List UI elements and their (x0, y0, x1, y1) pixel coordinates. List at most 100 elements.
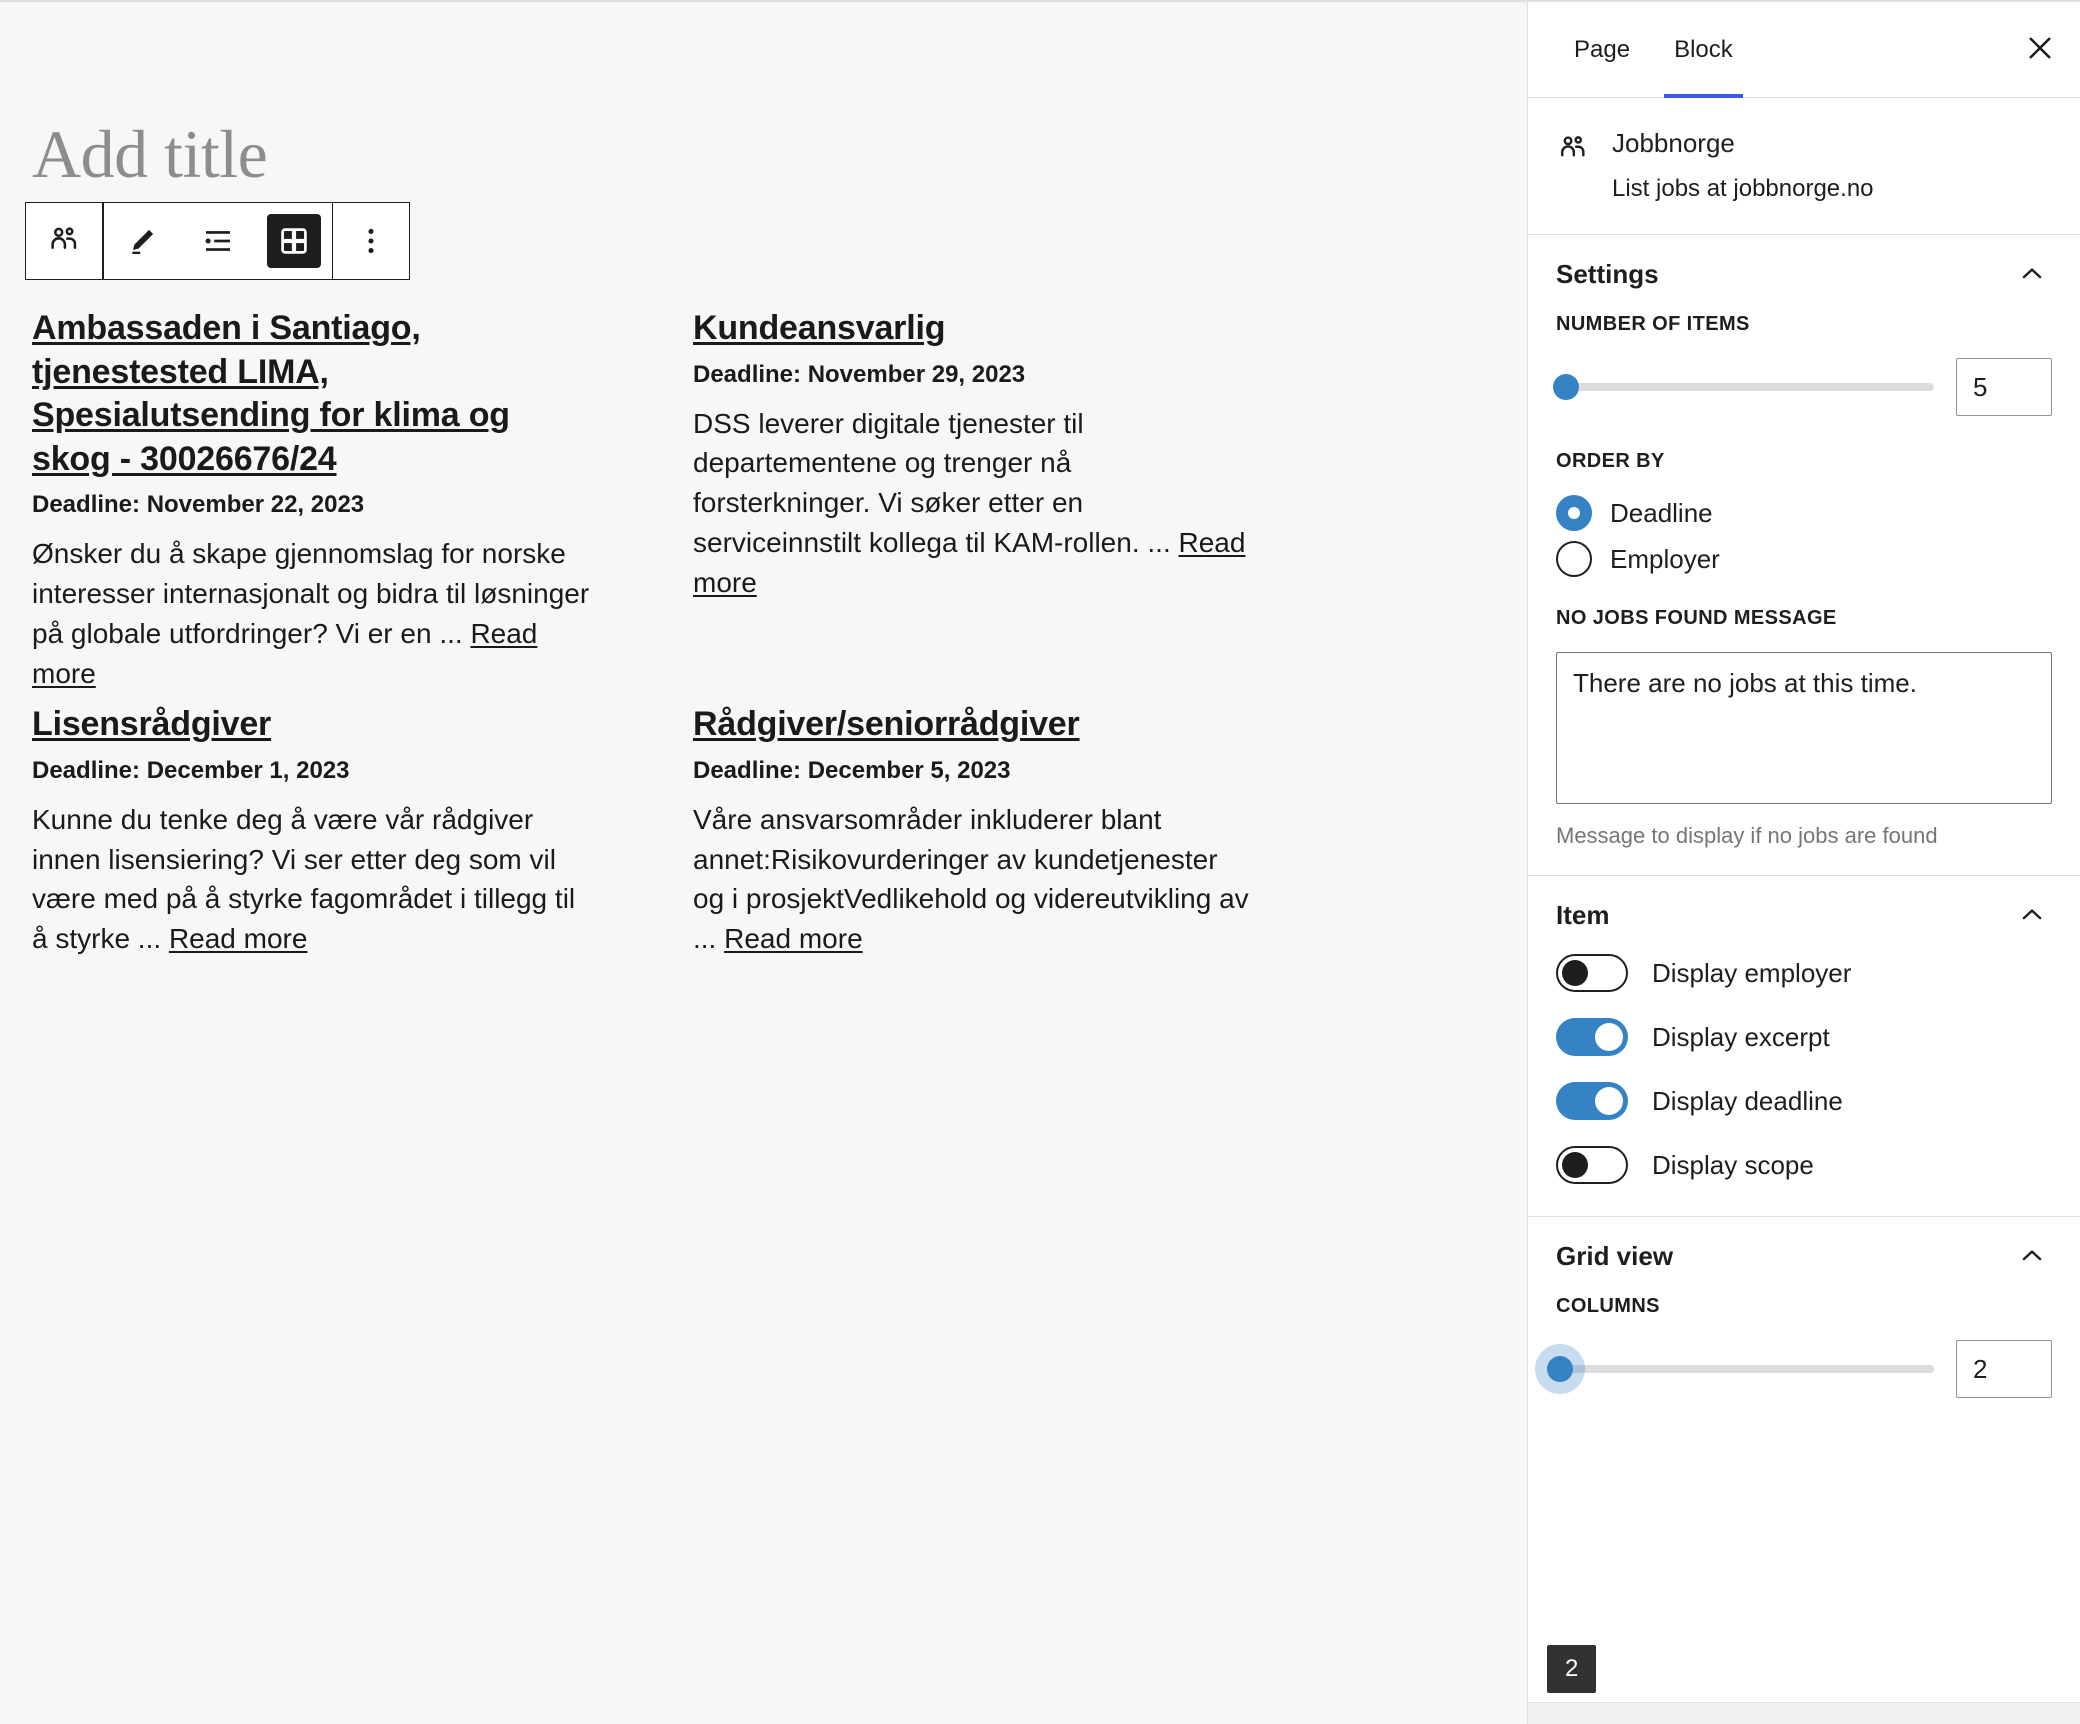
jobs-grid: Ambassaden i Santiago, tjenestested LIMA… (32, 307, 1262, 969)
toggle-knob (1595, 1087, 1623, 1116)
block-name: Jobbnorge (1612, 128, 1735, 158)
job-title-link[interactable]: Kundeansvarlig (693, 309, 945, 347)
job-title[interactable]: Rådgiver/seniorrådgiver (693, 703, 1253, 747)
toggle-display-scope[interactable] (1556, 1146, 1628, 1185)
block-info-text: Jobbnorge List jobs at jobbnorge.no (1612, 128, 1874, 204)
columns-input[interactable]: 2 (1956, 1340, 2052, 1399)
job-deadline: Deadline: November 29, 2023 (693, 360, 1026, 388)
toggle-row-display-scope[interactable]: Display scope (1556, 1146, 2052, 1185)
toggle-display-excerpt-label: Display excerpt (1652, 1021, 1830, 1052)
block-type-jobbnorge-button[interactable] (26, 203, 102, 279)
job-list-item: Lisensrådgiver Deadline: December 1, 202… (32, 703, 592, 969)
toggle-display-scope-label: Display scope (1652, 1149, 1814, 1180)
more-options-button[interactable] (333, 203, 409, 279)
number-of-items-label: NUMBER OF ITEMS (1556, 313, 1750, 336)
block-toolbar (25, 202, 410, 280)
block-settings-sidebar: Page Block Jobbnorge List jobs at jobbno… (1527, 0, 2080, 1724)
job-excerpt: DSS leverer digitale tjenester til depar… (693, 404, 1253, 603)
toggle-display-excerpt[interactable] (1556, 1018, 1628, 1057)
list-view-button[interactable] (180, 203, 256, 279)
block-description: List jobs at jobbnorge.no (1612, 175, 1874, 202)
item-panel: Item Display employer Display excerpt Di… (1528, 876, 2080, 1218)
tab-page[interactable]: Page (1552, 2, 1652, 97)
toolbar-group-tools (104, 203, 332, 279)
toggle-row-display-employer[interactable]: Display employer (1556, 954, 2052, 993)
toggle-knob (1562, 1152, 1588, 1179)
toggle-knob (1595, 1023, 1623, 1052)
settings-panel: Settings NUMBER OF ITEMS 5 ORDER BY Dead (1528, 235, 2080, 877)
toolbar-group-more (333, 203, 409, 279)
job-list-item: Rådgiver/seniorrådgiver Deadline: Decemb… (693, 703, 1253, 969)
slider-thumb[interactable] (1547, 1356, 1573, 1383)
job-title[interactable]: Ambassaden i Santiago, tjenestested LIMA… (32, 307, 592, 481)
no-jobs-found-message-input[interactable] (1556, 652, 2052, 805)
number-of-items-input[interactable]: 5 (1956, 358, 2052, 417)
settings-panel-header[interactable]: Settings (1556, 235, 2052, 313)
toggle-display-deadline-label: Display deadline (1652, 1085, 1843, 1116)
editor-root: Add title Ambassaden i Santiago, tjenest… (0, 0, 2080, 1724)
job-title-link[interactable]: Lisensrådgiver (32, 705, 271, 743)
item-panel-title: Item (1556, 899, 1610, 930)
edit-pencil-button[interactable] (104, 203, 180, 279)
sidebar-tabs: Page Block (1528, 2, 2080, 98)
slider-thumb[interactable] (1553, 374, 1579, 401)
order-by-employer-label: Employer (1610, 543, 1720, 574)
columns-label: COLUMNS (1556, 1295, 1660, 1318)
columns-control: 2 (1535, 1340, 2052, 1399)
no-jobs-found-help-text: Message to display if no jobs are found (1556, 823, 1938, 849)
post-title-placeholder[interactable]: Add title (32, 120, 268, 188)
columns-slider[interactable] (1535, 1344, 1934, 1395)
sidebar-bottom-strip (1528, 1702, 2080, 1724)
toolbar-group-block-type (26, 203, 102, 279)
editor-canvas: Add title Ambassaden i Santiago, tjenest… (0, 0, 1527, 1724)
chevron-up-icon (2012, 1236, 2052, 1276)
order-by-option-deadline[interactable]: Deadline (1556, 495, 2052, 532)
settings-panel-title: Settings (1556, 258, 1659, 289)
item-panel-header[interactable]: Item (1556, 876, 2052, 954)
chevron-up-icon (2012, 254, 2052, 294)
order-by-label: ORDER BY (1556, 450, 1665, 473)
grid-view-panel-title: Grid view (1556, 1240, 1674, 1271)
list-view-icon (191, 214, 245, 268)
toggle-display-employer[interactable] (1556, 954, 1628, 993)
grid-view-button[interactable] (256, 203, 332, 279)
grid-view-panel: Grid view COLUMNS 2 (1528, 1217, 2080, 1458)
job-title[interactable]: Kundeansvarlig (693, 307, 1253, 351)
chevron-up-icon (2012, 895, 2052, 935)
grid-view-icon (266, 214, 321, 268)
order-by-deadline-label: Deadline (1610, 497, 1713, 528)
toggle-display-employer-label: Display employer (1652, 957, 1852, 988)
close-icon (2023, 31, 2057, 68)
columns-slider-tooltip: 2 (1547, 1645, 1597, 1693)
number-of-items-slider[interactable] (1553, 374, 1934, 401)
slider-track (1556, 383, 1934, 392)
job-deadline: Deadline: December 5, 2023 (693, 756, 1011, 784)
job-title-link[interactable]: Rådgiver/seniorrådgiver (693, 705, 1080, 743)
read-more-link[interactable]: Read more (169, 923, 308, 954)
grid-view-panel-header[interactable]: Grid view (1556, 1217, 2052, 1295)
toggle-row-display-deadline[interactable]: Display deadline (1556, 1082, 2052, 1121)
read-more-link[interactable]: Read more (724, 923, 863, 954)
radio-deadline-icon[interactable] (1556, 495, 1592, 532)
block-info-card: Jobbnorge List jobs at jobbnorge.no (1528, 98, 2080, 236)
radio-employer-icon[interactable] (1556, 541, 1592, 578)
tab-block[interactable]: Block (1652, 2, 1755, 98)
job-excerpt: Våre ansvarsområder inkluderer blant ann… (693, 800, 1253, 959)
toggle-display-deadline[interactable] (1556, 1082, 1628, 1121)
job-title[interactable]: Lisensrådgiver (32, 703, 592, 747)
people-icon (37, 214, 91, 268)
no-jobs-found-message-label: NO JOBS FOUND MESSAGE (1556, 607, 1837, 630)
job-deadline: Deadline: December 1, 2023 (32, 756, 350, 784)
job-excerpt: Ønsker du å skape gjennomslag for norske… (32, 534, 592, 693)
job-list-item: Ambassaden i Santiago, tjenestested LIMA… (32, 307, 592, 703)
close-sidebar-button[interactable] (2008, 18, 2072, 82)
ellipsis-vertical-icon (344, 214, 398, 268)
toggle-knob (1562, 960, 1588, 987)
job-title-link[interactable]: Ambassaden i Santiago, tjenestested LIMA… (32, 309, 510, 478)
job-list-item: Kundeansvarlig Deadline: November 29, 20… (693, 307, 1253, 703)
slider-track (1556, 1365, 1934, 1374)
job-excerpt: Kunne du tenke deg å være vår rådgiver i… (32, 800, 592, 959)
order-by-option-employer[interactable]: Employer (1556, 541, 2052, 578)
number-of-items-control: 5 (1553, 358, 2052, 417)
toggle-row-display-excerpt[interactable]: Display excerpt (1556, 1018, 2052, 1057)
